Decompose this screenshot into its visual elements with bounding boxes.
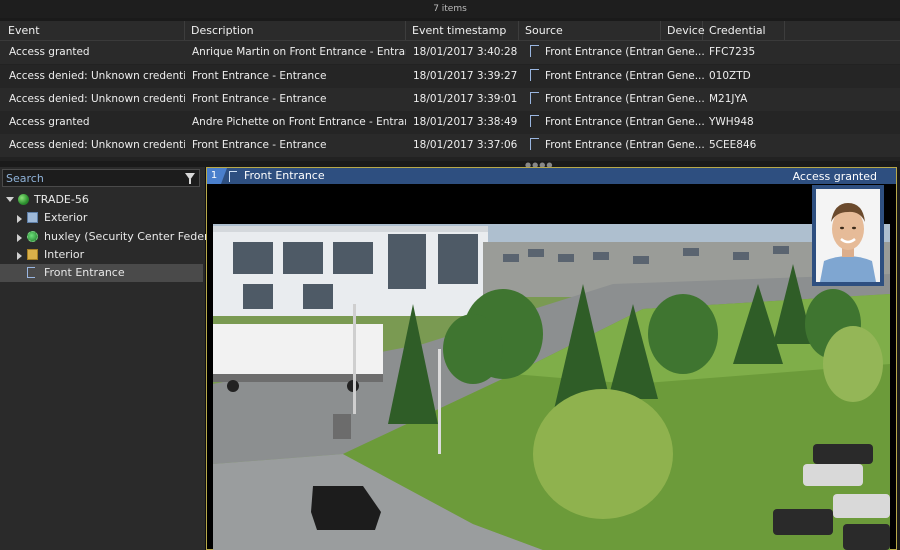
tile-number: 1 xyxy=(207,168,227,184)
column-header-timestamp[interactable]: Event timestamp xyxy=(406,21,519,53)
description-cell: Andre Pichette on Front Entrance - Entra… xyxy=(192,116,406,128)
timestamp-cell: 18/01/2017 3:38:49 PM xyxy=(413,116,521,128)
video-tile[interactable]: 1 Front Entrance Access granted xyxy=(206,167,897,550)
description-cell: Front Entrance - Entrance xyxy=(192,93,327,105)
door-icon xyxy=(530,92,539,104)
search-input[interactable] xyxy=(6,170,176,186)
source-cell: Front Entrance (Entrance) xyxy=(528,41,663,64)
tile-title: Front Entrance xyxy=(244,169,325,182)
filter-icon[interactable] xyxy=(185,173,195,184)
event-cell: Access denied: Unknown credential xyxy=(9,139,185,151)
source-cell: Front Entrance (Entrance) xyxy=(528,134,663,157)
door-icon xyxy=(530,115,539,127)
expand-arrow-icon[interactable] xyxy=(17,215,22,223)
table-row[interactable]: Access denied: Unknown credential Front … xyxy=(0,134,900,157)
source-cell: Front Entrance (Entrance) xyxy=(528,65,663,88)
tree-item-exterior[interactable]: Exterior xyxy=(0,209,203,227)
credential-cell: M21JYA xyxy=(709,93,748,105)
device-cell: Gene... xyxy=(667,116,705,128)
credential-cell: 010ZTD xyxy=(709,70,751,82)
table-header: Event Description Event timestamp Source… xyxy=(0,21,900,56)
event-cell: Access granted xyxy=(9,46,90,58)
credential-cell: YWH948 xyxy=(709,116,754,128)
cardholder-face-image xyxy=(816,189,880,282)
federation-icon xyxy=(27,231,38,242)
tree-item-root[interactable]: TRADE-56 xyxy=(0,191,203,209)
collapse-arrow-icon[interactable] xyxy=(6,197,14,202)
event-cell: Access denied: Unknown credential xyxy=(9,93,185,105)
tile-title-bar: 1 Front Entrance Access granted xyxy=(207,168,896,184)
source-cell: Front Entrance (Entrance) xyxy=(528,111,663,134)
timestamp-cell: 18/01/2017 3:39:27 PM xyxy=(413,70,521,82)
table-row[interactable]: Access denied: Unknown credential Front … xyxy=(0,88,900,111)
table-row[interactable]: Access granted Andre Pichette on Front E… xyxy=(0,111,900,134)
door-icon xyxy=(27,267,35,278)
credential-cell: 5CEE846 xyxy=(709,139,757,151)
description-cell: Front Entrance - Entrance xyxy=(192,139,327,151)
door-icon xyxy=(229,171,237,182)
events-table: Event Description Event timestamp Source… xyxy=(0,21,900,161)
table-row[interactable]: Access granted Anrique Martin on Front E… xyxy=(0,41,900,64)
tree-item-interior[interactable]: Interior xyxy=(0,246,203,264)
table-row[interactable]: Access denied: Unknown credential Front … xyxy=(0,65,900,88)
source-cell: Front Entrance (Entrance) xyxy=(528,88,663,111)
expand-arrow-icon[interactable] xyxy=(17,234,22,242)
device-cell: Gene... xyxy=(667,93,705,105)
device-cell: Gene... xyxy=(667,46,705,58)
tree-item-front-entrance[interactable]: Front Entrance xyxy=(0,264,203,282)
column-header-credential[interactable]: Credential code xyxy=(703,21,785,56)
timestamp-cell: 18/01/2017 3:39:01 PM xyxy=(413,93,521,105)
security-center-window: 7 items Event Description Event timestam… xyxy=(0,0,900,550)
cardholder-photo xyxy=(812,185,884,286)
timestamp-cell: 18/01/2017 3:40:28 PM xyxy=(413,46,521,58)
description-cell: Front Entrance - Entrance xyxy=(192,70,327,82)
camera-video-image xyxy=(213,224,890,550)
system-globe-icon xyxy=(18,194,29,205)
area-view-panel: TRADE-56 Exterior huxley (Security Cente… xyxy=(0,167,241,550)
device-cell: Gene... xyxy=(667,70,705,82)
expand-arrow-icon[interactable] xyxy=(17,252,22,260)
access-status-label: Access granted xyxy=(792,170,877,183)
column-header-source[interactable]: Source xyxy=(519,21,661,40)
door-icon xyxy=(530,138,539,150)
column-header-event[interactable]: Event xyxy=(2,21,185,40)
timestamp-cell: 18/01/2017 3:37:06 PM xyxy=(413,139,521,151)
items-count-label: 7 items xyxy=(0,0,900,18)
tree-item-huxley[interactable]: huxley (Security Center Federation) xyxy=(0,228,241,246)
area-icon xyxy=(27,212,38,223)
door-icon xyxy=(530,69,539,81)
device-cell: Gene... xyxy=(667,139,705,151)
column-header-device[interactable]: Device xyxy=(661,21,705,40)
column-header-description[interactable]: Description xyxy=(185,21,406,40)
search-box xyxy=(2,169,200,187)
event-cell: Access denied: Unknown credential xyxy=(9,70,185,82)
area-folder-icon xyxy=(27,249,38,260)
description-cell: Anrique Martin on Front Entrance - Entra… xyxy=(192,46,406,58)
credential-cell: FFC7235 xyxy=(709,46,756,58)
door-icon xyxy=(530,45,539,57)
event-cell: Access granted xyxy=(9,116,90,128)
